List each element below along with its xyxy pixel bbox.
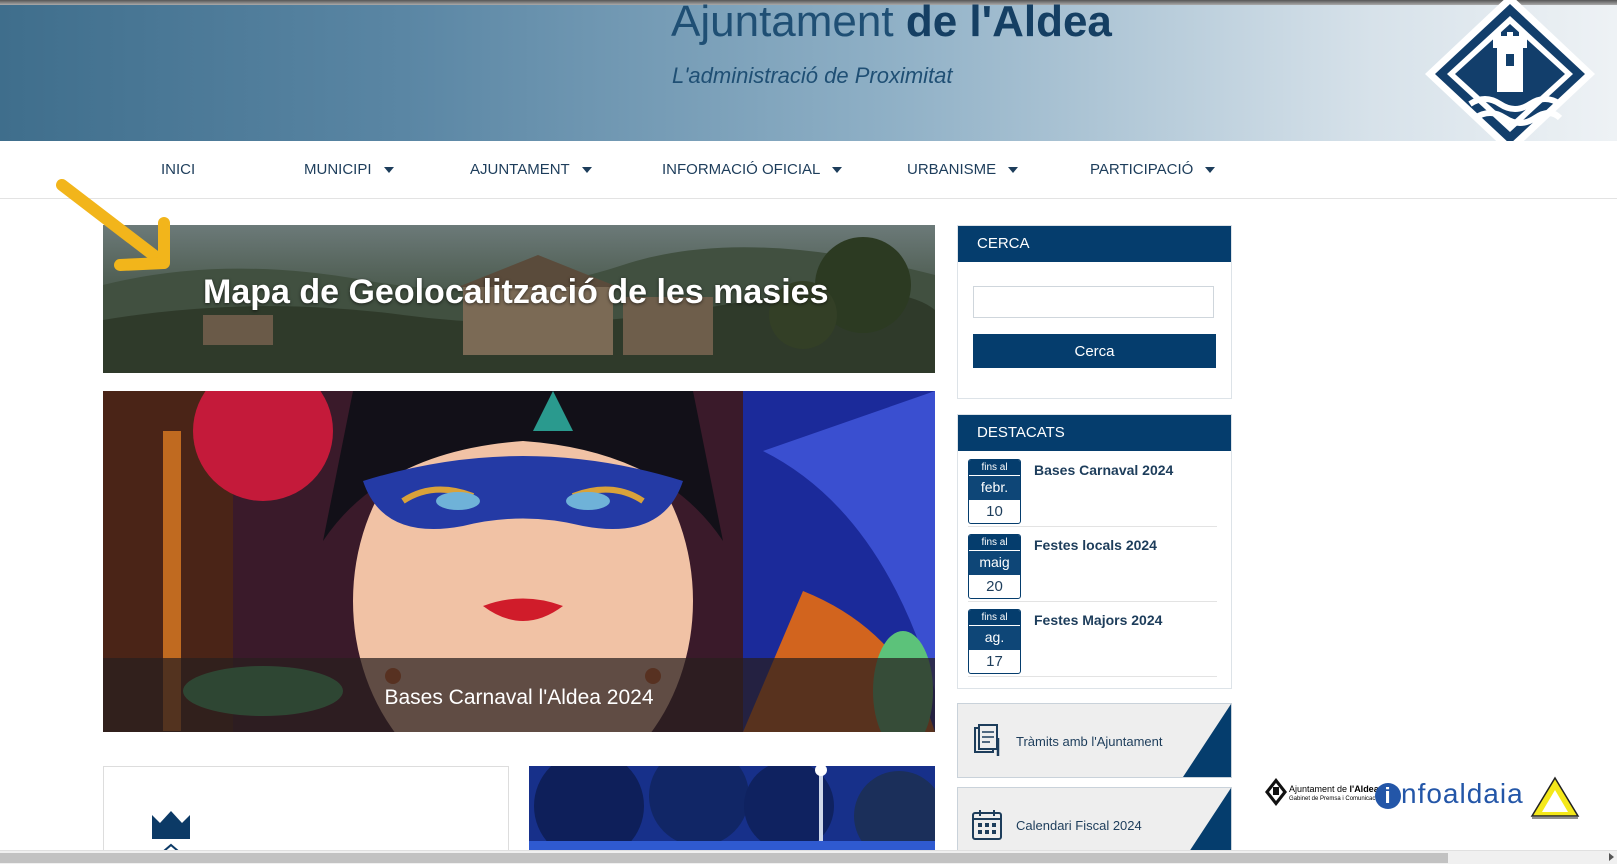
nav-item-label: MUNICIPI — [304, 161, 372, 178]
date-badge-day: 20 — [986, 578, 1003, 595]
destacat-item[interactable]: fins al ag. 17 Festes Majors 2024 — [968, 601, 1217, 677]
caret-down-icon — [581, 166, 592, 173]
nav-item-urbanisme[interactable]: URBANISME — [907, 161, 1019, 178]
logo-text-line2: Gabinet de Premsa i Comunicació — [1289, 796, 1381, 802]
crown-icon — [152, 811, 190, 855]
night-square-image — [529, 766, 935, 863]
ajuntament-shield-icon[interactable] — [1265, 778, 1287, 812]
destacat-item[interactable]: fins al febr. 10 Bases Carnaval 2024 — [968, 451, 1217, 527]
date-badge-day: 17 — [986, 653, 1003, 670]
date-badge-month: maig — [969, 550, 1020, 575]
infoaldaia-text: nfoaldaia — [1401, 778, 1524, 809]
caret-down-icon — [383, 166, 394, 173]
nav-item-municipi[interactable]: MUNICIPI — [304, 161, 394, 178]
search-input[interactable] — [973, 286, 1214, 318]
date-badge-month: febr. — [969, 475, 1020, 500]
nav-item-label: INFORMACIÓ OFICIAL — [662, 161, 821, 178]
date-badge-prefix: fins al — [969, 460, 1020, 475]
search-panel: CERCA Cerca — [957, 225, 1232, 399]
site-title-part2: de l'Aldea — [905, 0, 1112, 46]
nav-item-label: AJUNTAMENT — [470, 161, 570, 178]
banner-carnaval[interactable]: Bases Carnaval l'Aldea 2024 — [103, 391, 935, 732]
date-badge-month: ag. — [969, 625, 1020, 650]
ajuntament-press-logo[interactable]: Ajuntament de l'Aldea Gabinet de Premsa … — [1289, 784, 1380, 804]
site-tagline: L'administració de Proximitat — [672, 63, 953, 88]
infoaldaia-logo[interactable]: i nfoaldaia — [1375, 778, 1524, 810]
destacat-title[interactable]: Bases Carnaval 2024 — [1034, 462, 1173, 478]
nav-item-informacio-oficial[interactable]: INFORMACIÓ OFICIAL — [662, 161, 843, 178]
triangle-logo-icon[interactable] — [1530, 776, 1580, 820]
info-i-icon: i — [1375, 782, 1401, 809]
search-button[interactable]: Cerca — [973, 334, 1216, 368]
destacat-title[interactable]: Festes locals 2024 — [1034, 537, 1157, 553]
horizontal-scrollbar[interactable] — [0, 850, 1617, 864]
main-navigation: INICI MUNICIPI AJUNTAMENT INFORMACIÓ OFI… — [0, 141, 1617, 199]
banner-mapa-title: Mapa de Geolocalització de les masies — [203, 273, 829, 311]
date-badge: fins al febr. 10 — [968, 459, 1021, 524]
date-badge: fins al ag. 17 — [968, 609, 1021, 674]
site-title[interactable]: Ajuntament de l'Aldea — [671, 0, 1112, 46]
date-badge-day: 10 — [986, 503, 1003, 520]
date-badge-prefix: fins al — [969, 535, 1020, 550]
nav-item-label: PARTICIPACIÓ — [1090, 161, 1194, 178]
site-title-part1: Ajuntament — [671, 0, 894, 46]
logo-text-line1: Ajuntament de — [1289, 784, 1350, 794]
town-emblem-icon[interactable] — [1425, 0, 1595, 141]
date-badge-prefix: fins al — [969, 610, 1020, 625]
banner-mapa-masies[interactable]: Mapa de Geolocalització de les masies — [103, 225, 935, 373]
footer-logos: Ajuntament de l'Aldea Gabinet de Premsa … — [1265, 776, 1585, 826]
caret-down-icon — [832, 166, 843, 173]
caret-down-icon — [1008, 166, 1019, 173]
calendari-link-label: Calendari Fiscal 2024 — [1016, 818, 1142, 833]
caret-down-icon — [1205, 166, 1216, 173]
news-card-image[interactable] — [529, 766, 935, 863]
destacats-heading: DESTACATS — [958, 415, 1231, 451]
nav-item-label: URBANISME — [907, 161, 997, 178]
nav-item-ajuntament[interactable]: AJUNTAMENT — [470, 161, 592, 178]
destacats-panel: DESTACATS fins al febr. 10 Bases Carnava… — [957, 414, 1232, 689]
destacat-item[interactable]: fins al maig 20 Festes locals 2024 — [968, 526, 1217, 602]
tramits-link[interactable]: Tràmits amb l'Ajuntament — [957, 703, 1232, 778]
scroll-right-arrow-icon[interactable] — [1609, 853, 1614, 861]
destacat-title[interactable]: Festes Majors 2024 — [1034, 612, 1162, 628]
calendar-icon — [972, 810, 1002, 840]
site-header: Ajuntament de l'Aldea L'administració de… — [0, 0, 1617, 141]
date-badge: fins al maig 20 — [968, 534, 1021, 599]
tramits-link-label: Tràmits amb l'Ajuntament — [1016, 734, 1163, 749]
search-panel-heading: CERCA — [958, 226, 1231, 262]
nav-item-participacio[interactable]: PARTICIPACIÓ — [1090, 161, 1216, 178]
scrollbar-thumb[interactable] — [0, 853, 1448, 863]
arrow-annotation-icon — [56, 179, 170, 271]
document-edit-icon — [974, 724, 1000, 756]
corner-decoration — [1183, 704, 1231, 777]
banner-carnaval-caption: Bases Carnaval l'Aldea 2024 — [384, 686, 654, 709]
